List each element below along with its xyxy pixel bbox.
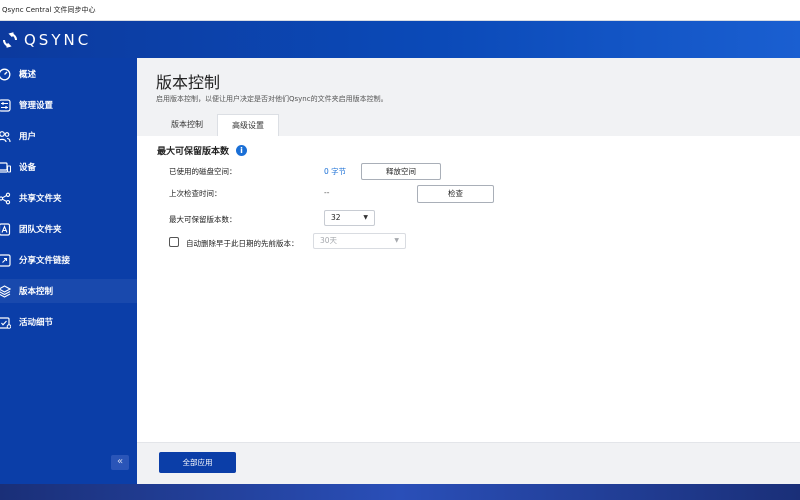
tab-advanced-settings[interactable]: 高级设置 <box>217 114 279 136</box>
sidebar-item-label: 活动细节 <box>19 318 54 328</box>
info-icon[interactable]: i <box>236 145 248 156</box>
chevron-down-icon: ▼ <box>363 214 368 221</box>
collapse-sidebar-button[interactable]: « <box>111 455 129 470</box>
sync-icon <box>3 32 17 48</box>
footer-bar: 全部应用 <box>137 442 800 484</box>
auto-delete-period-select[interactable]: 30天 ▼ <box>313 233 406 249</box>
logo-text: QSYNC <box>24 31 92 49</box>
sidebar-item-users[interactable]: 用户 <box>0 124 137 148</box>
page-description: 启用版本控制，以便让用户决定是否对他们Qsync的文件夹启用版本控制。 <box>156 95 388 103</box>
sidebar-item-devices[interactable]: 设备 <box>0 155 137 179</box>
devices-icon <box>0 160 11 174</box>
used-space-label: 已使用的磁盘空间： <box>169 167 237 176</box>
layers-icon <box>0 284 11 298</box>
sliders-icon <box>0 98 11 112</box>
auto-delete-label: 自动删除早于此日期的先前版本： <box>186 239 299 248</box>
tab-version-control[interactable]: 版本控制 <box>157 114 217 136</box>
sidebar-item-label: 用户 <box>19 132 37 142</box>
sidebar-item-team-folders[interactable]: 团队文件夹 <box>0 217 137 241</box>
main-content: 版本控制 启用版本控制，以便让用户决定是否对他们Qsync的文件夹启用版本控制。… <box>137 58 800 484</box>
sidebar-item-label: 管理设置 <box>19 101 54 111</box>
section-title-text: 最大可保留版本数 <box>157 147 230 157</box>
share-folder-icon <box>0 191 11 205</box>
last-check-label: 上次检查时间： <box>169 189 222 198</box>
chevron-down-icon: ▼ <box>394 237 399 244</box>
sidebar-item-shared-folders[interactable]: 共享文件夹 <box>0 186 137 210</box>
sidebar-item-management-settings[interactable]: 管理设置 <box>0 93 137 117</box>
release-space-button[interactable]: 释放空间 <box>361 163 441 180</box>
activity-icon <box>0 315 11 329</box>
sidebar-item-activity-details[interactable]: 活动细节 <box>0 310 137 334</box>
qsync-logo: QSYNC <box>2 30 91 50</box>
users-icon <box>0 129 11 143</box>
check-button[interactable]: 检查 <box>417 185 494 203</box>
sidebar-item-label: 分享文件链接 <box>19 256 71 266</box>
dashboard-icon <box>0 67 11 81</box>
sidebar-item-label: 团队文件夹 <box>19 225 62 235</box>
tab-bar: 版本控制 高级设置 <box>157 114 279 136</box>
app-header: QSYNC <box>0 21 800 58</box>
apply-all-button[interactable]: 全部应用 <box>159 452 236 473</box>
sidebar-item-label: 概述 <box>19 70 37 80</box>
max-versions-value: 32 <box>331 213 341 222</box>
sidebar-item-label: 设备 <box>19 163 37 173</box>
auto-delete-checkbox[interactable] <box>169 237 179 247</box>
window-titlebar: Qsync Central 文件同步中心 <box>0 0 800 21</box>
sidebar-item-share-links[interactable]: 分享文件链接 <box>0 248 137 272</box>
settings-panel: 最大可保留版本数 i 已使用的磁盘空间： 0 字节 释放空间 上次检查时间： -… <box>137 136 800 442</box>
desktop-background <box>0 484 800 500</box>
section-title: 最大可保留版本数 i <box>157 144 248 157</box>
auto-delete-period-value: 30天 <box>320 236 338 245</box>
last-check-value: -- <box>324 188 330 197</box>
sidebar-item-label: 共享文件夹 <box>19 194 62 204</box>
sidebar-item-version-control[interactable]: 版本控制 <box>0 279 137 303</box>
sidebar: 概述 管理设置 用户 设备 共享文件夹 团队文件夹 分享文件链接 版本控制 活动… <box>0 58 137 484</box>
used-space-value: 0 字节 <box>324 167 347 176</box>
page-title: 版本控制 <box>156 73 221 92</box>
sidebar-item-label: 版本控制 <box>19 287 54 297</box>
sidebar-item-overview[interactable]: 概述 <box>0 62 137 86</box>
team-folder-icon <box>0 222 11 236</box>
max-versions-label: 最大可保留版本数： <box>169 215 237 224</box>
max-versions-select[interactable]: 32 ▼ <box>324 210 375 226</box>
link-icon <box>0 253 11 267</box>
